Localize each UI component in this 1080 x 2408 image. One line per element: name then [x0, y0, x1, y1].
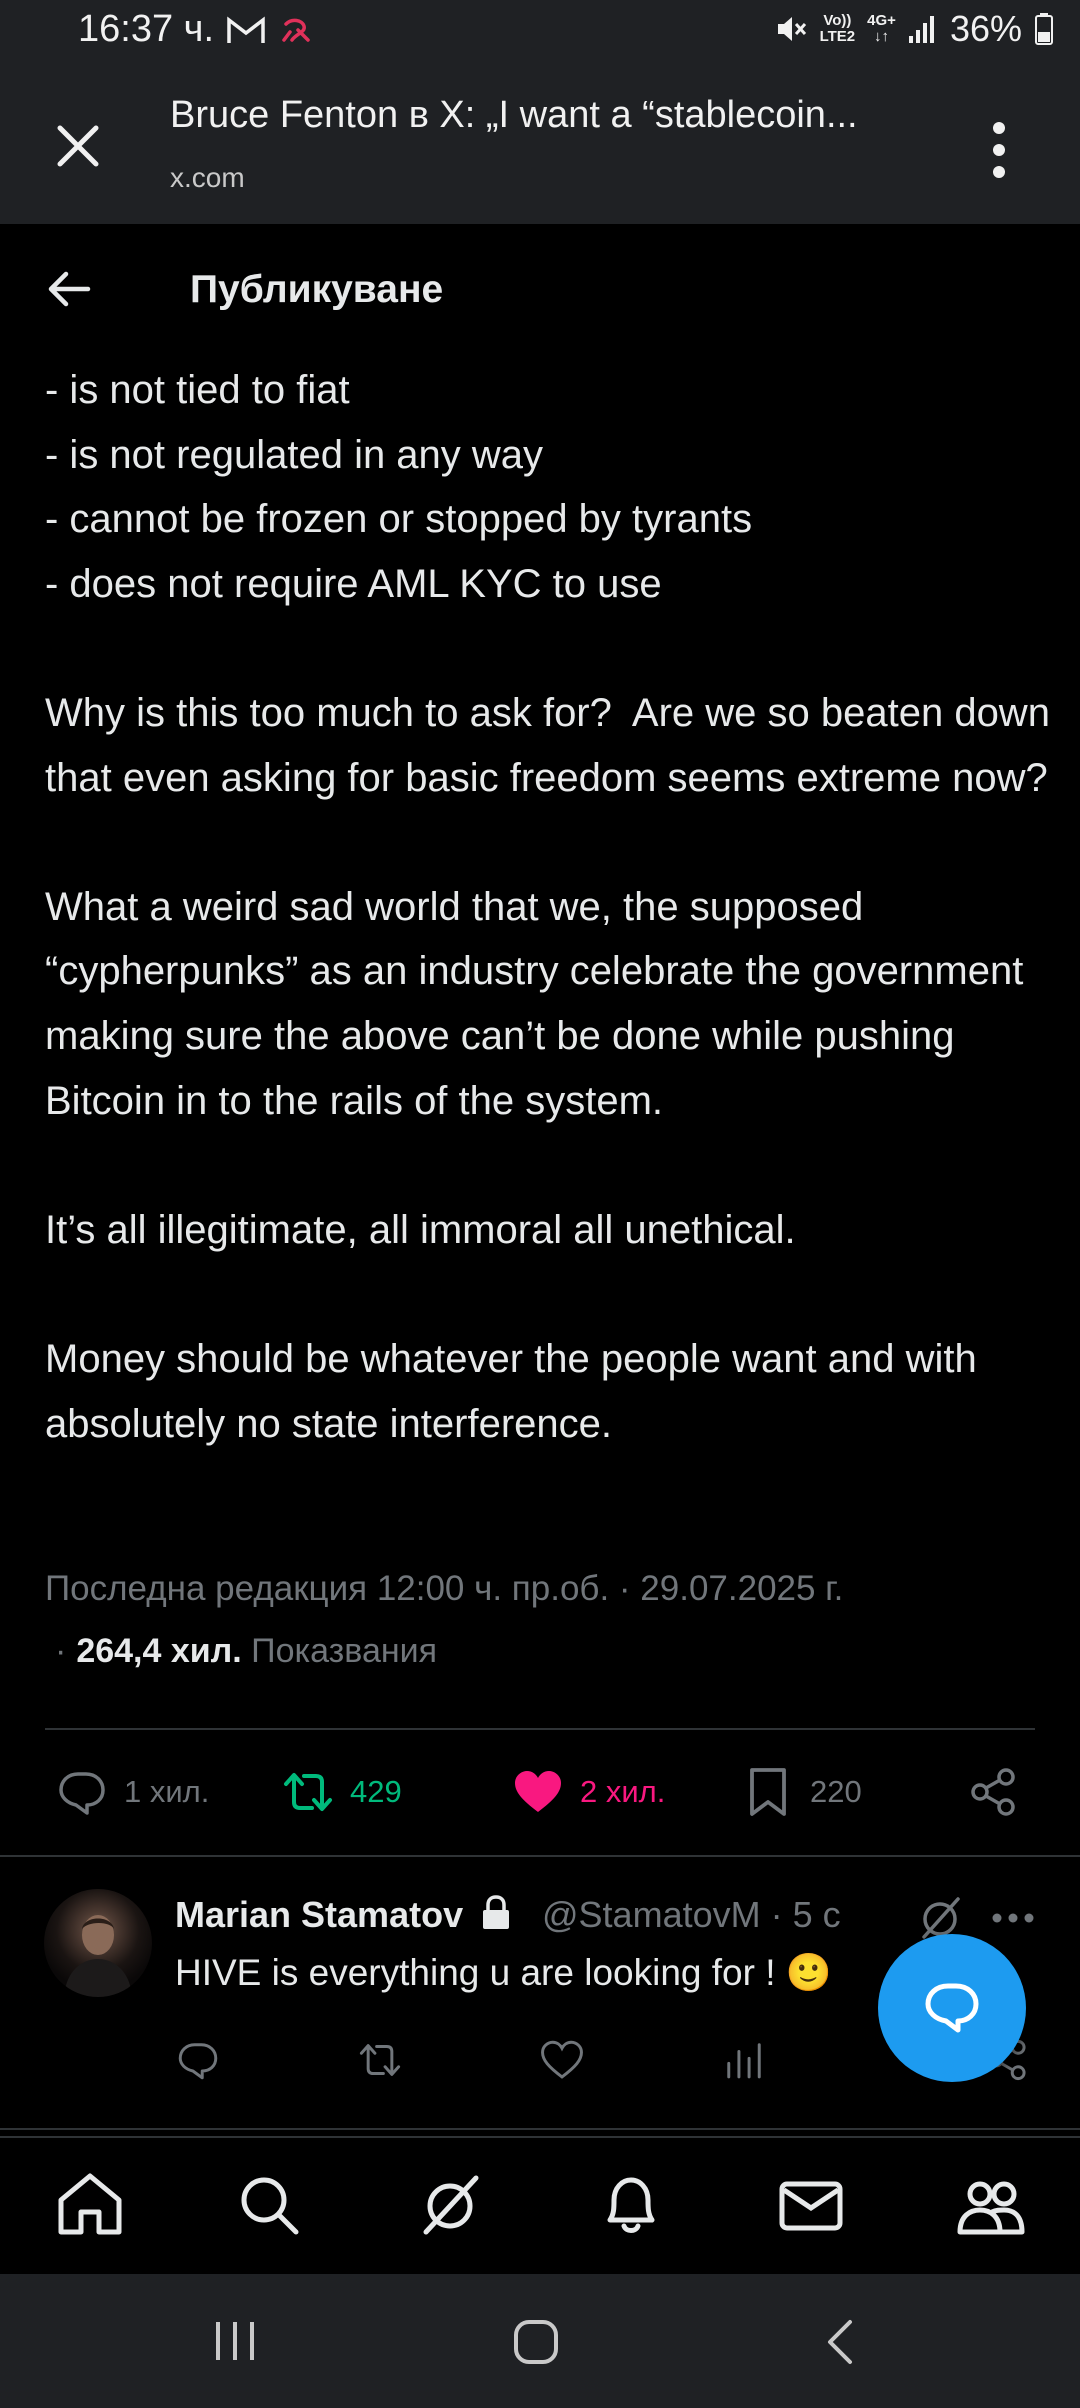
reply-button[interactable]: 1 хил.: [56, 1766, 209, 1818]
communities-icon[interactable]: [956, 2170, 1026, 2240]
page-header: Публикуване: [0, 224, 1080, 358]
reply-text: HIVE is everything u are looking for ! 🙂: [175, 1952, 832, 1993]
volte-indicator: Vo)) LTE2: [819, 12, 856, 45]
app-notification-icon: [282, 18, 310, 42]
page-title: Публикуване: [190, 268, 444, 311]
share-icon: [971, 1768, 1015, 1816]
battery-icon: [1035, 13, 1053, 45]
close-icon[interactable]: [52, 120, 104, 172]
repost-icon[interactable]: [358, 2038, 402, 2082]
lock-icon: [483, 1895, 510, 1929]
more-horizontal-icon[interactable]: [990, 1895, 1036, 1941]
reply-icon: [59, 1772, 105, 1815]
home-button-icon[interactable]: [512, 2318, 560, 2366]
reply-handle-time[interactable]: @StamatovM · 5 с: [542, 1894, 841, 1936]
back-button-icon[interactable]: [822, 2318, 858, 2366]
share-button[interactable]: [968, 1766, 1020, 1818]
browser-page-title[interactable]: Bruce Fenton в X: „I want a “stablecoin.…: [170, 94, 910, 137]
home-icon[interactable]: [55, 2170, 125, 2240]
gmail-icon: [227, 16, 265, 43]
bookmark-button[interactable]: 220: [742, 1766, 862, 1818]
views-label: Показвания: [251, 1632, 438, 1670]
status-bar: 16:37 ч. Vo)) LTE2 4G+ ↓↑ 36%: [0, 0, 1080, 66]
divider: [0, 1855, 1080, 1857]
repost-icon: [284, 1773, 332, 1811]
avatar-photo: [64, 1915, 132, 1997]
more-vertical-icon[interactable]: [984, 120, 1014, 180]
battery-percent: 36%: [949, 8, 1022, 49]
analytics-icon[interactable]: [722, 2038, 766, 2082]
repost-count: 429: [350, 1774, 402, 1809]
bookmark-count: 220: [810, 1774, 862, 1809]
signal-icon: [908, 16, 934, 43]
reply-author-name[interactable]: Marian Stamatov: [175, 1894, 513, 1936]
search-icon[interactable]: [234, 2170, 304, 2240]
heart-icon[interactable]: [540, 2038, 584, 2082]
chat-bubble-icon: [925, 1983, 979, 2033]
browser-toolbar: Bruce Fenton в X: „I want a “stablecoin.…: [0, 66, 1080, 224]
recent-apps-icon[interactable]: [210, 2318, 260, 2364]
reply-count: 1 хил.: [124, 1774, 210, 1809]
divider: [45, 1728, 1035, 1730]
tweet-views[interactable]: · 264,4 хил. Показвания: [45, 1632, 437, 1671]
like-count: 2 хил.: [580, 1774, 666, 1809]
network-indicator: 4G+ ↓↑: [867, 12, 896, 45]
messages-icon[interactable]: [776, 2170, 846, 2240]
system-navigation-bar: [0, 2274, 1080, 2408]
notifications-icon[interactable]: [596, 2170, 666, 2240]
views-count: 264,4 хил.: [76, 1632, 242, 1670]
reply-icon[interactable]: [176, 2038, 220, 2082]
compose-reply-fab[interactable]: [878, 1934, 1026, 2082]
bottom-navigation: [0, 2136, 1080, 2276]
divider: [0, 2128, 1080, 2130]
back-arrow-icon[interactable]: [46, 269, 92, 309]
tweet-text: - is not tied to fiat - is not regulated…: [45, 368, 1050, 1446]
status-time: 16:37 ч.: [78, 8, 215, 50]
bookmark-icon: [750, 1768, 786, 1816]
browser-url[interactable]: x.com: [170, 162, 245, 194]
mute-icon: [777, 17, 806, 41]
heart-filled-icon: [515, 1771, 561, 1812]
repost-button[interactable]: 429: [282, 1766, 402, 1818]
tweet-edited-timestamp[interactable]: Последна редакция 12:00 ч. пр.об. · 29.0…: [45, 1569, 843, 1609]
reply-avatar[interactable]: [44, 1889, 152, 1997]
grok-icon[interactable]: [416, 2170, 486, 2240]
like-button[interactable]: 2 хил.: [512, 1766, 665, 1818]
